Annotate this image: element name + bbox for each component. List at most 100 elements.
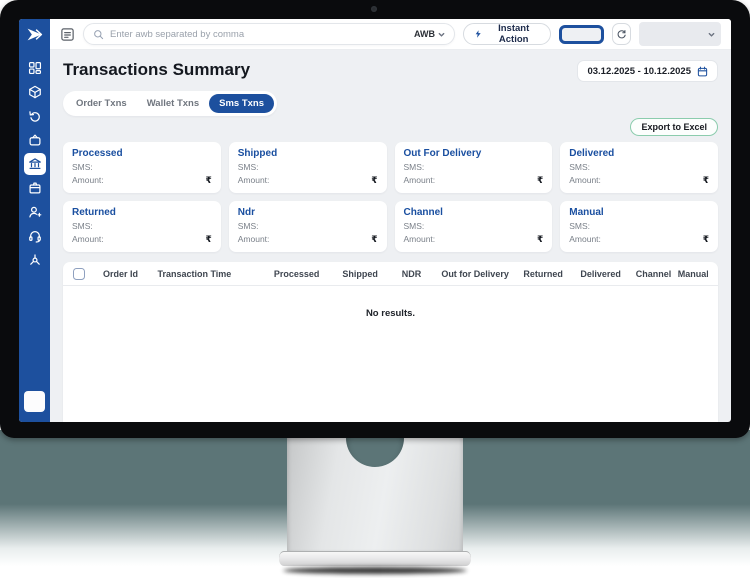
awb-search-input[interactable] xyxy=(110,29,408,40)
date-range-picker[interactable]: 03.12.2025 - 10.12.2025 xyxy=(577,60,718,82)
card-title: Delivered xyxy=(569,148,709,159)
card-ndr: Ndr SMS: Amount: ₹ xyxy=(229,201,387,252)
col-shipped: Shipped xyxy=(333,269,387,279)
sms-label: SMS: xyxy=(238,162,259,172)
card-channel: Channel SMS: Amount:₹ xyxy=(395,201,553,252)
amount-label: Amount: xyxy=(404,175,436,185)
sms-label: SMS: xyxy=(72,162,93,172)
amount-label: Amount: xyxy=(238,234,270,244)
chevron-down-icon xyxy=(438,31,445,38)
table-header-row: Order Id Transaction Time Processed Ship… xyxy=(63,262,718,286)
table-body: No results. xyxy=(63,286,718,422)
rupee-symbol: ₹ xyxy=(703,176,709,186)
transactions-table: Order Id Transaction Time Processed Ship… xyxy=(63,262,718,422)
sidebar-item-returns[interactable] xyxy=(24,105,46,127)
sidebar-item-orders[interactable] xyxy=(24,81,46,103)
amount-label: Amount: xyxy=(72,234,104,244)
chevron-down-icon xyxy=(708,31,715,38)
card-title: Ndr xyxy=(238,207,378,218)
menu-button[interactable] xyxy=(60,27,75,42)
sidebar-item-integrations[interactable] xyxy=(24,249,46,271)
card-title: Shipped xyxy=(238,148,378,159)
rupee-symbol: ₹ xyxy=(703,235,709,245)
tabs-row: Order Txns Wallet Txns Sms Txns xyxy=(63,91,718,116)
sidebar-item-weight[interactable] xyxy=(24,129,46,151)
rupee-symbol: ₹ xyxy=(205,235,211,245)
shiprocket-logo-icon xyxy=(26,26,43,43)
sidebar-nav xyxy=(24,57,46,271)
col-returned: Returned xyxy=(514,269,571,279)
sms-label: SMS: xyxy=(238,221,259,231)
rupee-symbol: ₹ xyxy=(371,235,377,245)
txn-tabs: Order Txns Wallet Txns Sms Txns xyxy=(63,91,277,116)
page-content: Transactions Summary 03.12.2025 - 10.12.… xyxy=(50,50,731,422)
tab-sms-txns[interactable]: Sms Txns xyxy=(209,94,274,113)
brand-logo[interactable] xyxy=(19,19,50,50)
card-title: Out For Delivery xyxy=(404,148,544,159)
search-icon xyxy=(93,29,104,40)
amount-label: Amount: xyxy=(569,175,601,185)
card-returned: Returned SMS: Amount: ₹ xyxy=(63,201,221,252)
card-title: Returned xyxy=(72,207,212,218)
instant-action-label: Instant Action xyxy=(487,23,540,45)
card-out-for-delivery: Out For Delivery SMS: Amount: ₹ xyxy=(395,142,553,193)
col-processed: Processed xyxy=(260,269,333,279)
sms-label: SMS: xyxy=(569,221,590,231)
tab-wallet-txns[interactable]: Wallet Txns xyxy=(137,94,209,113)
card-title: Processed xyxy=(72,148,212,159)
sidebar-item-dashboard[interactable] xyxy=(24,57,46,79)
support-headset-icon xyxy=(28,229,42,243)
amount-label: Amount: xyxy=(238,175,270,185)
col-order-id: Order Id xyxy=(103,269,157,279)
sidebar-item-buyers[interactable] xyxy=(24,201,46,223)
card-processed: Processed SMS: Amount:₹ xyxy=(63,142,221,193)
instant-action-button[interactable]: Instant Action xyxy=(463,23,551,45)
export-to-excel-button[interactable]: Export to Excel xyxy=(630,118,718,136)
amount-label: Amount: xyxy=(569,234,601,244)
no-results-message: No results. xyxy=(366,308,415,319)
sms-label: SMS: xyxy=(404,221,425,231)
monitor-stand-base xyxy=(279,551,471,566)
sidebar-item-billing[interactable] xyxy=(24,153,46,175)
page-title: Transactions Summary xyxy=(63,60,250,80)
main-area: AWB Instant Action xyxy=(50,19,731,422)
awb-type-dropdown[interactable]: AWB xyxy=(414,29,445,39)
returns-icon xyxy=(28,109,42,123)
card-title: Manual xyxy=(569,207,709,218)
col-channel: Channel xyxy=(629,269,677,279)
dashboard-icon xyxy=(28,61,42,75)
list-menu-icon xyxy=(60,27,75,42)
sms-label: SMS: xyxy=(404,162,425,172)
col-transaction-time: Transaction Time xyxy=(157,269,260,279)
awb-dropdown-label: AWB xyxy=(414,29,435,39)
bolt-icon xyxy=(474,29,482,39)
col-delivered: Delivered xyxy=(572,269,629,279)
card-manual: Manual SMS: Amount: ₹ xyxy=(560,201,718,252)
sidebar-avatar-redacted[interactable] xyxy=(24,391,45,412)
rupee-symbol: ₹ xyxy=(537,235,543,245)
card-title: Channel xyxy=(404,207,544,218)
summary-cards: Processed SMS: Amount:₹ Shipped SMS: Amo… xyxy=(63,142,718,252)
card-delivered: Delivered SMS: Amount:₹ xyxy=(560,142,718,193)
calendar-icon xyxy=(697,66,708,77)
mockup-stage: AWB Instant Action xyxy=(0,0,750,578)
weight-icon xyxy=(28,133,42,147)
sidebar-item-bulk-orders[interactable] xyxy=(24,177,46,199)
sms-label: SMS: xyxy=(72,221,93,231)
orders-icon xyxy=(28,85,42,99)
amount-label: Amount: xyxy=(72,175,104,185)
refresh-button[interactable] xyxy=(612,23,631,45)
integrations-icon xyxy=(28,253,42,267)
sidebar-item-support[interactable] xyxy=(24,225,46,247)
topbar: AWB Instant Action xyxy=(50,19,731,50)
bulk-orders-icon xyxy=(28,181,42,195)
wallet-balance-redacted[interactable] xyxy=(559,25,604,44)
account-menu-redacted[interactable] xyxy=(639,22,721,46)
refresh-icon xyxy=(616,29,627,40)
date-range-label: 03.12.2025 - 10.12.2025 xyxy=(587,66,691,77)
rupee-symbol: ₹ xyxy=(537,176,543,186)
col-out-for-delivery: Out for Delivery xyxy=(436,269,515,279)
select-all-checkbox[interactable] xyxy=(73,268,85,280)
col-ndr: NDR xyxy=(387,269,435,279)
tab-order-txns[interactable]: Order Txns xyxy=(66,94,137,113)
